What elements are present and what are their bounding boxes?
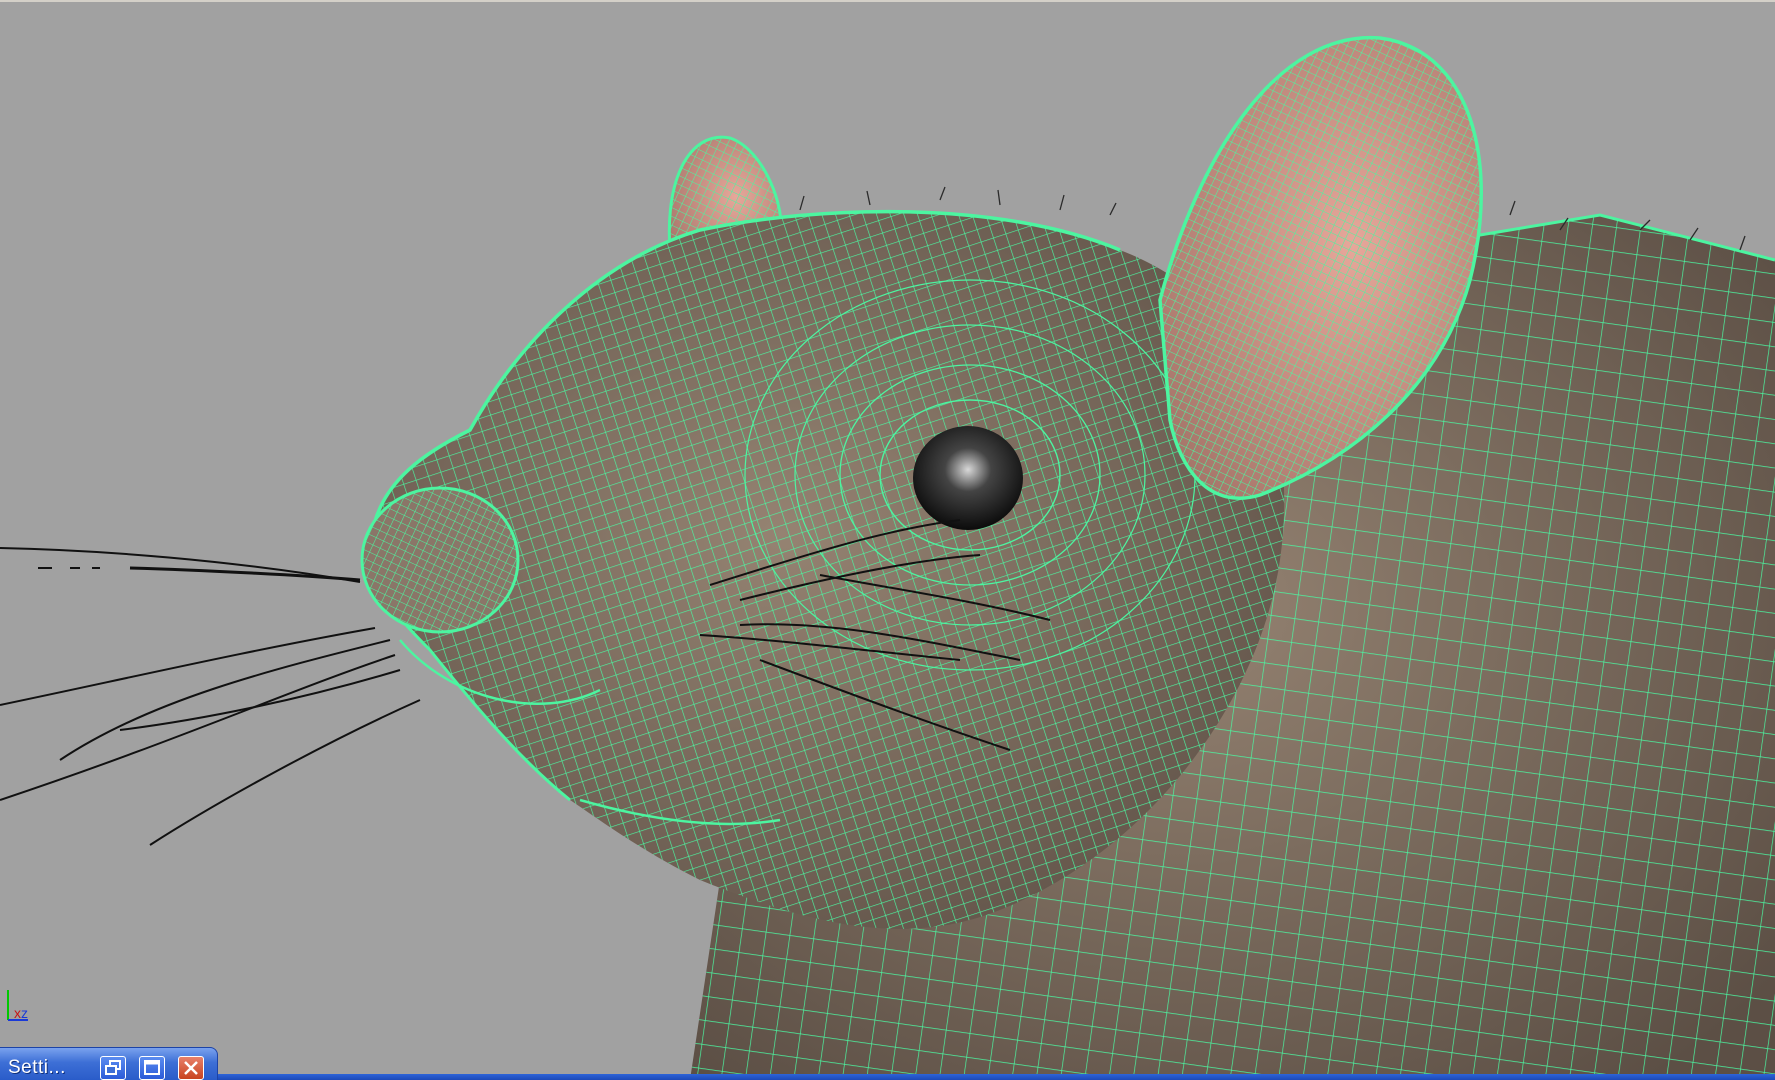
maximize-icon: [144, 1060, 160, 1075]
minimized-window-settings[interactable]: Setti...: [0, 1047, 218, 1080]
restore-button[interactable]: [100, 1056, 126, 1080]
axis-gizmo: x z: [7, 990, 28, 1021]
rat-model-render[interactable]: [0, 0, 1775, 1080]
svg-text:x: x: [14, 1005, 21, 1021]
close-button[interactable]: [178, 1056, 204, 1080]
minimized-window-title[interactable]: Setti...: [8, 1057, 66, 1079]
taskbar: [0, 1074, 1775, 1080]
3d-viewport[interactable]: x z: [0, 0, 1775, 1080]
close-icon: [184, 1061, 198, 1075]
svg-text:z: z: [21, 1005, 28, 1021]
rat-eye: [913, 426, 1023, 530]
restore-icon: [105, 1060, 121, 1075]
maximize-button[interactable]: [139, 1056, 165, 1080]
